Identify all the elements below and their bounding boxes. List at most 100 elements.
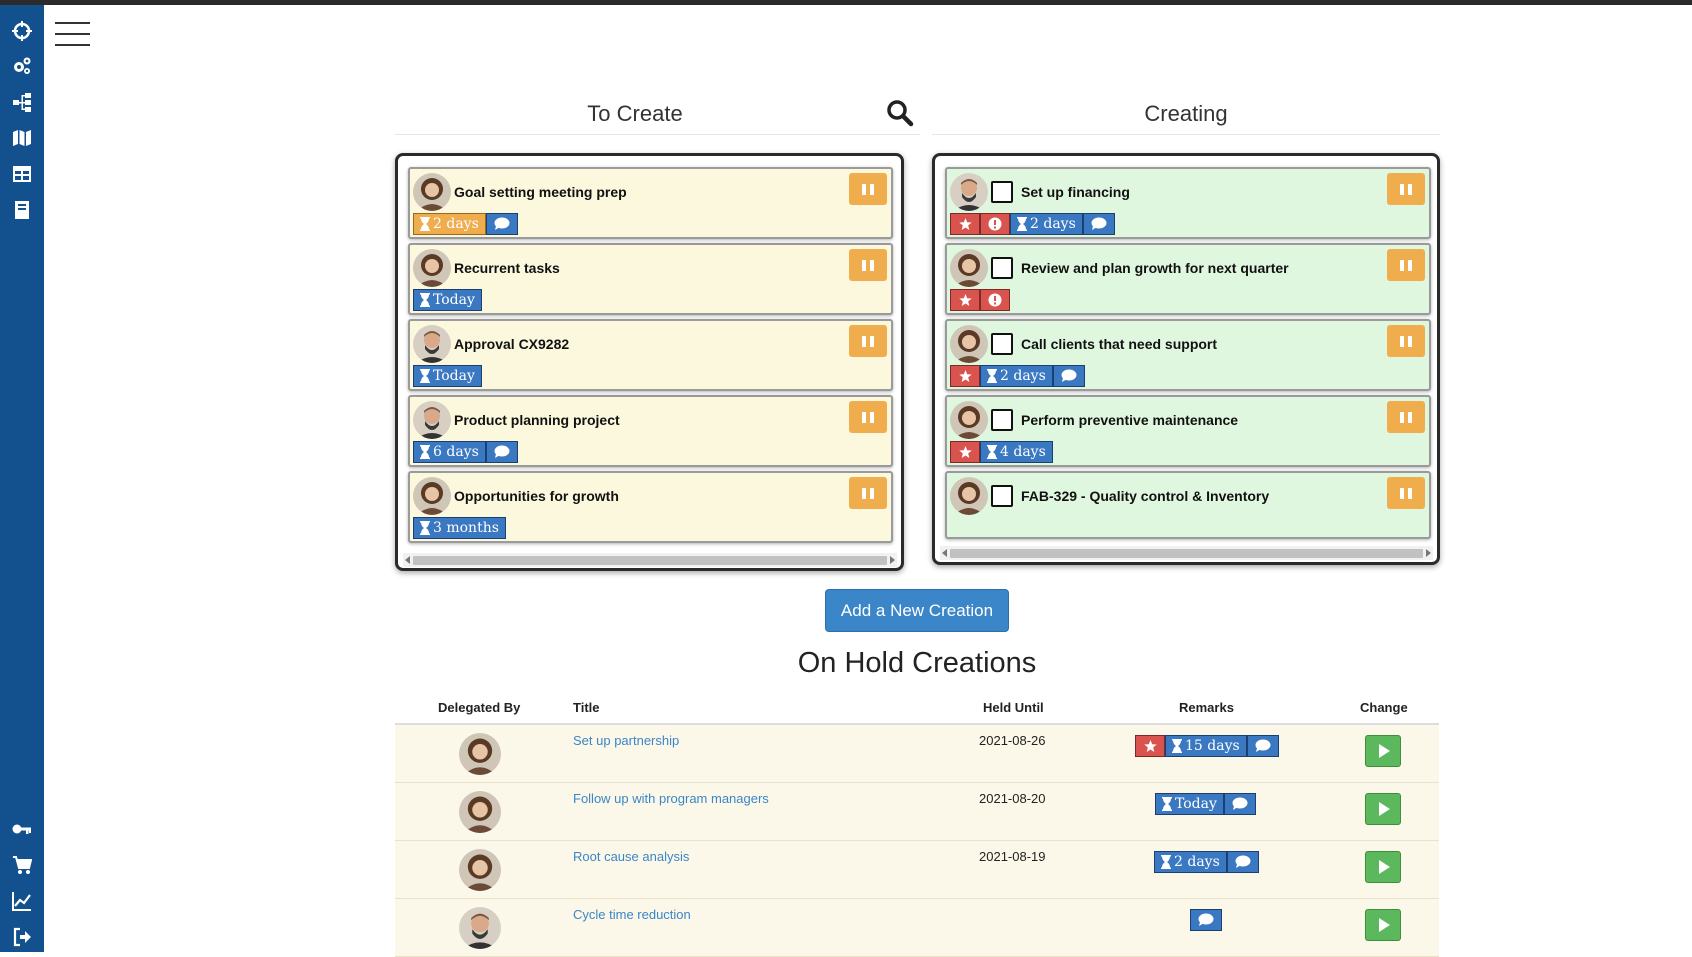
card-badges: 2 days — [950, 213, 1115, 235]
resume-play-button[interactable] — [1365, 909, 1401, 941]
scroll-left-arrow-icon[interactable] — [942, 549, 947, 557]
hamburger-menu-icon[interactable] — [55, 22, 90, 48]
pause-button[interactable] — [849, 173, 887, 205]
pause-button[interactable] — [1387, 173, 1425, 205]
row-title-link[interactable]: Root cause analysis — [573, 849, 689, 864]
task-card[interactable]: Review and plan growth for next quarter — [945, 243, 1431, 315]
time-badge: 6 days — [413, 441, 486, 463]
chart-icon[interactable] — [8, 887, 36, 915]
gears-icon[interactable] — [8, 52, 36, 80]
comment-icon — [494, 217, 510, 230]
comment-icon — [1255, 739, 1271, 752]
avatar — [459, 791, 501, 833]
time-badge-label: Today — [433, 292, 475, 308]
pause-button[interactable] — [849, 249, 887, 281]
search-icon[interactable] — [886, 99, 914, 127]
table-row: Set up partnership 2021-08-26 15 days — [395, 725, 1439, 783]
alert-badge — [980, 213, 1010, 235]
task-card[interactable]: Product planning project 6 days — [408, 395, 893, 467]
pause-button[interactable] — [849, 477, 887, 509]
book-icon[interactable] — [8, 196, 36, 224]
hourglass-icon — [987, 369, 997, 383]
pause-button[interactable] — [1387, 401, 1425, 433]
resume-play-button[interactable] — [1365, 735, 1401, 767]
task-card[interactable]: Call clients that need support 2 days — [945, 319, 1431, 391]
horizontal-scrollbar[interactable] — [940, 546, 1433, 560]
table-row: Root cause analysis 2021-08-19 2 days — [395, 841, 1439, 899]
resume-play-button[interactable] — [1365, 793, 1401, 825]
task-checkbox[interactable] — [991, 333, 1013, 355]
logout-icon[interactable] — [8, 923, 36, 951]
star-badge — [950, 365, 980, 387]
scroll-right-arrow-icon[interactable] — [890, 556, 895, 564]
row-held-until: 2021-08-20 — [979, 791, 1046, 806]
task-checkbox[interactable] — [991, 257, 1013, 279]
chat-badge[interactable] — [485, 213, 518, 235]
scroll-right-arrow-icon[interactable] — [1426, 549, 1431, 557]
task-card[interactable]: Goal setting meeting prep 2 days — [408, 167, 893, 239]
avatar — [413, 401, 451, 439]
task-card[interactable]: Opportunities for growth 3 months — [408, 471, 893, 543]
pause-button[interactable] — [849, 401, 887, 433]
add-new-creation-button[interactable]: Add a New Creation — [825, 589, 1009, 632]
sidebar — [0, 5, 44, 952]
task-card[interactable]: FAB-329 - Quality control & Inventory — [945, 471, 1431, 539]
chat-badge[interactable] — [485, 441, 518, 463]
chat-badge[interactable] — [1223, 793, 1256, 815]
pause-button[interactable] — [1387, 325, 1425, 357]
chat-badge[interactable] — [1190, 909, 1222, 931]
table-icon[interactable] — [8, 160, 36, 188]
avatar — [950, 325, 988, 363]
scrollbar-thumb[interactable] — [950, 549, 1423, 558]
pause-button[interactable] — [1387, 477, 1425, 509]
creating-header: Creating — [932, 95, 1440, 135]
pause-button[interactable] — [849, 325, 887, 357]
card-badges — [950, 289, 1010, 311]
time-badge: 3 months — [413, 517, 506, 539]
column-change: Change — [1360, 700, 1408, 715]
horizontal-scrollbar[interactable] — [403, 553, 897, 567]
scroll-left-arrow-icon[interactable] — [405, 556, 410, 564]
avatar — [950, 249, 988, 287]
avatar — [413, 249, 451, 287]
task-card[interactable]: Recurrent tasks Today — [408, 243, 893, 315]
card-title: Call clients that need support — [1021, 336, 1218, 352]
star-icon — [958, 293, 972, 306]
cart-icon[interactable] — [8, 851, 36, 879]
resume-play-button[interactable] — [1365, 851, 1401, 883]
card-title: Perform preventive maintenance — [1021, 412, 1239, 428]
card-title: Set up financing — [1021, 184, 1130, 200]
key-icon[interactable] — [8, 815, 36, 843]
time-badge: 2 days — [980, 365, 1053, 387]
hourglass-icon — [420, 521, 430, 535]
star-icon — [958, 369, 972, 382]
star-badge — [950, 289, 980, 311]
row-title-link[interactable]: Cycle time reduction — [573, 907, 691, 922]
pause-button[interactable] — [1387, 249, 1425, 281]
task-card[interactable]: Perform preventive maintenance 4 days — [945, 395, 1431, 467]
sitemap-icon[interactable] — [8, 88, 36, 116]
row-title-link[interactable]: Follow up with program managers — [573, 791, 769, 806]
chat-badge[interactable] — [1052, 365, 1085, 387]
task-card[interactable]: Approval CX9282 Today — [408, 319, 893, 391]
table-row: Cycle time reduction — [395, 899, 1439, 957]
task-checkbox[interactable] — [991, 181, 1013, 203]
row-title-link[interactable]: Set up partnership — [573, 733, 679, 748]
time-badge: 4 days — [980, 441, 1053, 463]
crosshair-icon[interactable] — [8, 17, 36, 45]
time-badge-label: 2 days — [1000, 368, 1046, 384]
avatar — [459, 907, 501, 949]
chat-badge[interactable] — [1082, 213, 1115, 235]
scrollbar-thumb[interactable] — [413, 556, 887, 565]
task-checkbox[interactable] — [991, 485, 1013, 507]
map-icon[interactable] — [8, 124, 36, 152]
task-card[interactable]: Set up financing 2 days — [945, 167, 1431, 239]
table-header: Delegated By Title Held Until Remarks Ch… — [395, 697, 1439, 725]
hourglass-icon — [1161, 855, 1171, 869]
remarks-badges: Today — [1155, 793, 1256, 815]
task-checkbox[interactable] — [991, 409, 1013, 431]
chat-badge[interactable] — [1226, 851, 1259, 873]
chat-badge[interactable] — [1246, 735, 1279, 757]
column-title: Title — [573, 700, 600, 715]
row-held-until: 2021-08-26 — [979, 733, 1046, 748]
